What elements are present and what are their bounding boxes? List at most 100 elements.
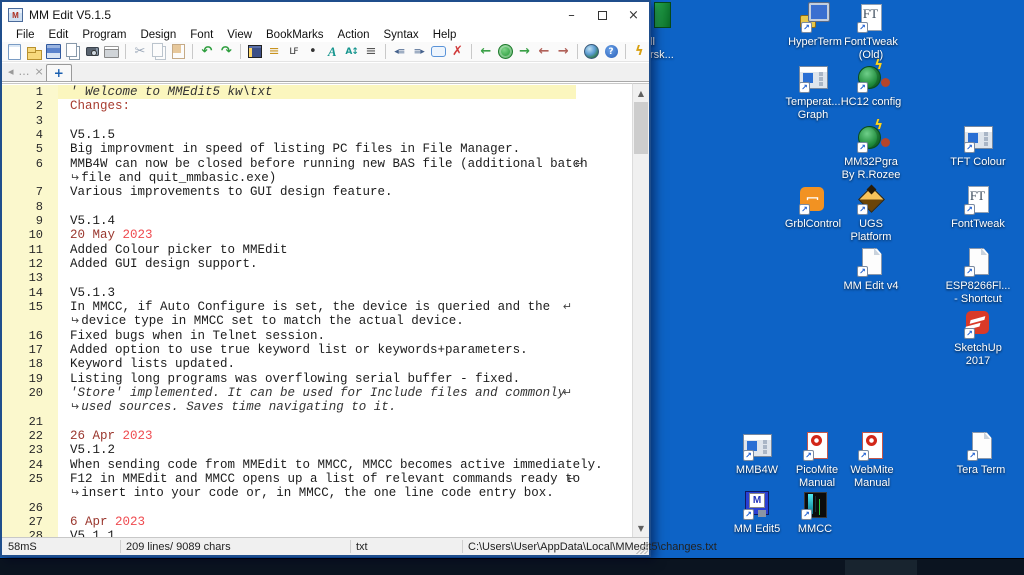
scroll-up-icon[interactable]: ▲ <box>633 85 649 101</box>
editor-line[interactable]: 26 <box>2 500 576 515</box>
editor-line[interactable]: 20 'Store' implemented. It can be used fo… <box>2 385 576 401</box>
close-button[interactable]: × <box>618 2 649 28</box>
desktop-icon-webmite-manual[interactable]: ↗ WebMite Manual <box>830 430 914 490</box>
taskbar-item[interactable] <box>845 560 917 575</box>
paste-icon[interactable] <box>170 43 187 61</box>
nav-back-icon[interactable]: ← <box>477 43 494 61</box>
prev-change-icon[interactable]: ← <box>535 43 552 61</box>
run-icon[interactable] <box>496 43 513 61</box>
editor-line[interactable]: ↵ used sources. Saves time navigating to … <box>2 400 576 415</box>
title-bar[interactable]: MM Edit V5.1.5 – × <box>2 2 649 28</box>
editor-line[interactable]: 23 V5.1.2 <box>2 443 576 458</box>
help-icon[interactable] <box>602 43 619 61</box>
font-icon[interactable]: A <box>324 43 341 61</box>
scroll-down-icon[interactable]: ▼ <box>633 520 649 536</box>
desktop-icon-tera-term[interactable]: ↗ Tera Term <box>939 430 1023 477</box>
copy-icon[interactable] <box>151 43 168 61</box>
keyword-list-icon[interactable]: ≡ <box>265 43 282 61</box>
nav-forward-icon[interactable]: → <box>516 43 533 61</box>
taskbar[interactable] <box>0 558 1024 575</box>
editor-line[interactable]: 24 When sending code from MMEdit to MMCC,… <box>2 457 603 472</box>
desktop-icon-fonttweak-old[interactable]: ↗ FontTweak(Old) <box>829 2 913 62</box>
new-file-icon[interactable] <box>6 43 23 61</box>
editor-line[interactable]: 25 F12 in MMEdit and MMCC opens up a list… <box>2 471 580 487</box>
editor-line[interactable]: 19 Listing long programs was overflowing … <box>2 371 576 386</box>
editor-line[interactable]: 1 ' Welcome to MMEdit5 kw\txt <box>2 85 576 100</box>
editor-line[interactable]: 5 Big improvment in speed of listing PC f… <box>2 142 576 157</box>
menu-edit[interactable]: Edit <box>42 29 76 41</box>
menu-file[interactable]: File <box>9 29 42 41</box>
outdent-icon[interactable]: ≡▸ <box>410 43 427 61</box>
editor-line[interactable]: 16 Fixed bugs when in Telnet session. <box>2 328 576 343</box>
next-change-icon[interactable]: → <box>555 43 572 61</box>
tab-scroll-left-icon[interactable]: ◂ <box>8 65 14 78</box>
editor-line[interactable]: 11 Added Colour picker to MMEdit <box>2 242 576 257</box>
desktop-icon-mmcc[interactable]: ↗ MMCC <box>773 489 857 536</box>
desktop-icon-sketchup-2017[interactable]: ↗ SketchUp 2017 <box>936 308 1020 368</box>
menu-program[interactable]: Program <box>75 29 133 41</box>
editor-line[interactable]: 6 MMB4W can now be closed before running … <box>2 156 588 171</box>
text-editor-area[interactable]: 1 ' Welcome to MMEdit5 kw\txt 2 Changes: 3 4 V… <box>2 83 649 537</box>
desktop-icon-hc12-config[interactable]: ↗ HC12 config <box>829 58 913 109</box>
editor-line[interactable]: 21 <box>2 414 576 429</box>
desktop-icon-tft-colour[interactable]: ↗ TFT Colour <box>936 122 1020 169</box>
desktop-icon-hidden-partial[interactable]: ll rsk... <box>650 2 690 62</box>
resize-grip[interactable] <box>636 542 648 554</box>
editor-line[interactable]: 17 Added option to use true keyword list … <box>2 342 576 358</box>
menu-design[interactable]: Design <box>133 29 183 41</box>
undo-icon[interactable]: ↶ <box>198 43 215 61</box>
scrollbar-thumb[interactable] <box>634 102 648 154</box>
menu-syntax[interactable]: Syntax <box>377 29 426 41</box>
editor-line[interactable]: ↵ insert into your code or, in MMCC, the … <box>2 486 576 501</box>
line-ending-icon[interactable]: LF <box>285 43 302 61</box>
editor-line[interactable]: 7 Various improvements to GUI design feat… <box>2 185 576 200</box>
minimize-button[interactable]: – <box>556 2 587 28</box>
vertical-scrollbar[interactable]: ▲ ▼ <box>632 83 649 537</box>
menu-bookmarks[interactable]: BookMarks <box>259 29 331 41</box>
menu-font[interactable]: Font <box>183 29 220 41</box>
menu-action[interactable]: Action <box>331 29 377 41</box>
open-folder-icon[interactable] <box>25 43 43 61</box>
save-icon[interactable] <box>45 43 62 61</box>
editor-line[interactable]: ↵ device type in MMCC set to match the ac… <box>2 314 576 329</box>
desktop-icon-ugs-platform[interactable]: ↗ UGS Platform <box>829 184 913 244</box>
editor-line[interactable]: 14 V5.1.3 <box>2 285 576 300</box>
tab-close-icon[interactable]: × <box>35 65 44 78</box>
editor-line[interactable]: 15 In MMCC, if Auto Configure is set, the… <box>2 299 576 315</box>
editor-line[interactable]: 22 26 Apr 2023 <box>2 428 576 444</box>
menu-help[interactable]: Help <box>426 29 464 41</box>
file-manager-icon[interactable] <box>246 43 263 61</box>
desktop-icon-mm32pgra[interactable]: ↗ MM32PgraBy R.Rozee <box>829 118 913 182</box>
editor-line[interactable]: ↵ file and quit_mmbasic.exe) <box>2 170 576 186</box>
new-tab-button[interactable]: + <box>45 64 72 81</box>
editor-line[interactable]: 2 Changes: <box>2 99 576 114</box>
editor-line[interactable]: 4 V5.1.5 <box>2 127 576 143</box>
indent-icon[interactable]: ◂≡ <box>391 43 408 61</box>
editor-line[interactable]: 27 6 Apr 2023 <box>2 514 576 530</box>
comment-icon[interactable] <box>429 43 446 61</box>
print-icon[interactable] <box>103 43 120 61</box>
macro-icon[interactable]: ϟ <box>631 43 648 61</box>
desktop-icon-fonttweak[interactable]: ↗ FontTweak <box>936 184 1020 231</box>
menu-view[interactable]: View <box>220 29 259 41</box>
snapshot-icon[interactable] <box>84 43 101 61</box>
editor-line[interactable]: 28 V5.1.1 <box>2 529 576 537</box>
editor-line[interactable]: 18 Keyword lists updated. <box>2 357 576 372</box>
editor-line[interactable]: 3 <box>2 113 576 128</box>
editor-line[interactable]: 12 Added GUI design support. <box>2 256 576 272</box>
editor-line[interactable]: 8 <box>2 199 576 214</box>
desktop-icon-mm-edit-v4[interactable]: ↗ MM Edit v4 <box>829 246 913 293</box>
whitespace-icon[interactable]: • <box>304 43 321 61</box>
redo-icon[interactable]: ↷ <box>218 43 235 61</box>
editor-line[interactable]: 13 <box>2 271 576 286</box>
font-size-icon[interactable]: A↕ <box>343 43 360 61</box>
desktop-icon-esp8266fl-shortcut[interactable]: ↗ ESP8266Fl... - Shortcut <box>936 246 1020 306</box>
save-all-icon[interactable] <box>64 43 81 61</box>
cut-icon[interactable]: ✂ <box>131 43 148 61</box>
maximize-button[interactable] <box>587 2 618 28</box>
editor-line[interactable]: 9 V5.1.4 <box>2 213 576 229</box>
web-icon[interactable] <box>583 43 600 61</box>
list-icon[interactable]: ≡ <box>362 43 379 61</box>
uncomment-icon[interactable]: ✗ <box>449 43 466 61</box>
editor-line[interactable]: 10 20 May 2023 <box>2 228 576 243</box>
